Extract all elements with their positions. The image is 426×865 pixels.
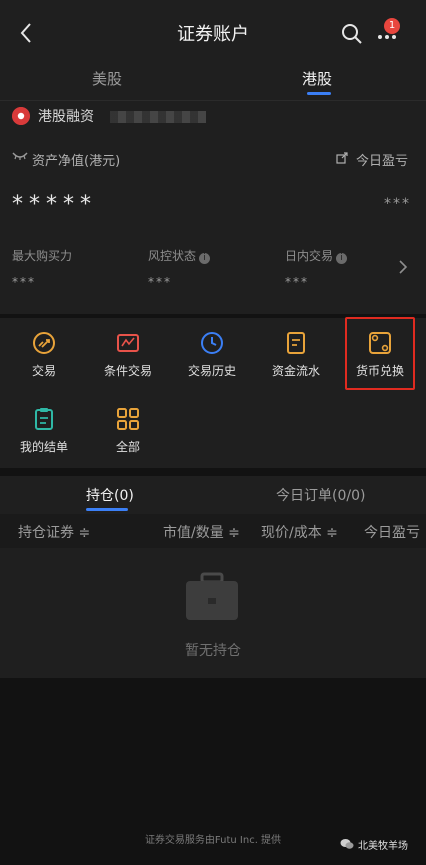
col-price-cost[interactable]: 现价/成本 ≑ [261, 522, 338, 542]
tab-positions[interactable]: 持仓(0) [86, 485, 134, 505]
trade-button[interactable]: 交易 [2, 330, 86, 394]
col-today-pl[interactable]: 今日盈亏 [364, 522, 426, 542]
condition-trade-icon [117, 334, 139, 352]
max-buying-power-label: 最大购买力 [12, 249, 73, 263]
tab-today-orders[interactable]: 今日订单(0/0) [276, 485, 365, 505]
info-icon[interactable]: i [199, 253, 211, 264]
max-buying-power-value: *** [12, 275, 36, 289]
col-market-value[interactable]: 市值/数量 ≑ [163, 522, 240, 542]
holdings-tab-indicator [86, 508, 128, 511]
market-tabs: 美股 港股 [0, 64, 426, 100]
wechat-icon [340, 839, 354, 849]
today-pl-value: *** [384, 196, 411, 212]
share-icon[interactable] [336, 152, 348, 164]
net-asset-label: 资产净值(港元) [32, 154, 121, 169]
asset-summary-card: 资产净值(港元) 今日盈亏 ***** *** 最大购买力 风控状态 i 日内交易… [0, 130, 426, 314]
hide-eye-icon[interactable] [12, 151, 28, 161]
net-asset-value: ***** [12, 192, 97, 217]
condition-trade-button[interactable]: 条件交易 [86, 330, 170, 394]
risk-status-label: 风控状态 i [148, 247, 211, 264]
watermark: 北美牧羊场 [340, 836, 422, 854]
tab-hk-stocks[interactable]: 港股 [302, 68, 332, 89]
hk-flag-icon [12, 107, 30, 125]
statement-clipboard-icon [35, 408, 53, 430]
empty-holdings-text: 暂无持仓 [185, 643, 241, 659]
empty-briefcase-icon [186, 572, 238, 620]
account-type-label: 港股融资 [38, 109, 94, 125]
active-tab-indicator [307, 92, 331, 95]
empty-holdings: 暂无持仓 [0, 548, 426, 678]
top-bar: 证券账户 1 [0, 0, 426, 64]
notification-badge: 1 [384, 18, 400, 34]
cash-flow-button[interactable]: 资金流水 [254, 330, 338, 394]
account-selector[interactable]: 港股融资 [0, 100, 426, 130]
all-grid-icon [117, 408, 139, 430]
history-clock-icon [201, 332, 223, 354]
cash-flow-doc-icon [287, 332, 305, 354]
all-functions-button[interactable]: 全部 [86, 406, 170, 470]
day-trade-value: *** [285, 275, 309, 289]
search-icon[interactable] [340, 22, 364, 46]
trade-history-button[interactable]: 交易历史 [170, 330, 254, 394]
day-trade-label: 日内交易 i [285, 247, 348, 264]
trade-icon [33, 332, 55, 354]
holdings-table-header: 持仓证券 ≑ 市值/数量 ≑ 现价/成本 ≑ 今日盈亏 [0, 514, 426, 548]
account-number-masked [110, 111, 206, 123]
currency-exchange-highlight [345, 317, 415, 390]
holdings-tabs: 持仓(0) 今日订单(0/0) [0, 476, 426, 514]
info-icon[interactable]: i [336, 253, 348, 264]
today-pl-label: 今日盈亏 [356, 154, 409, 169]
chevron-right-icon[interactable] [396, 258, 410, 276]
my-statement-button[interactable]: 我的结单 [2, 406, 86, 470]
tab-us-stocks[interactable]: 美股 [92, 68, 122, 89]
col-security[interactable]: 持仓证券 ≑ [18, 522, 90, 542]
risk-status-value: *** [148, 275, 172, 289]
